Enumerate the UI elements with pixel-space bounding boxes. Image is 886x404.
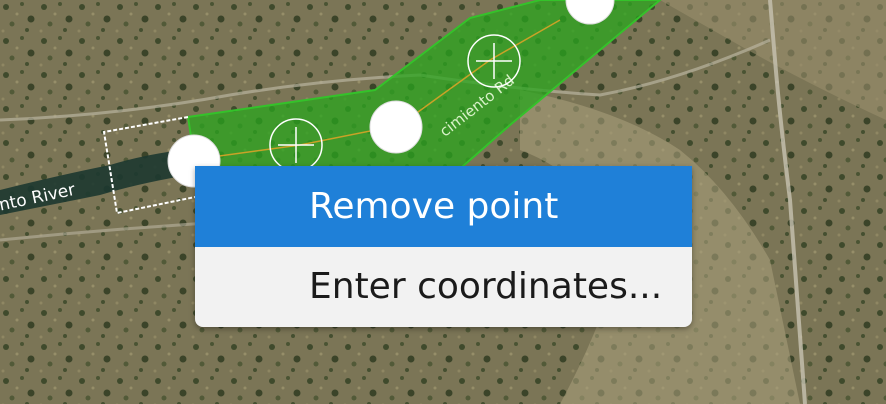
enter-coordinates-menu-item[interactable]: Enter coordinates... (195, 247, 692, 327)
remove-point-menu-item[interactable]: Remove point (195, 166, 692, 247)
vertex-handle[interactable] (369, 100, 423, 154)
context-menu: Remove point Enter coordinates... (195, 166, 692, 327)
